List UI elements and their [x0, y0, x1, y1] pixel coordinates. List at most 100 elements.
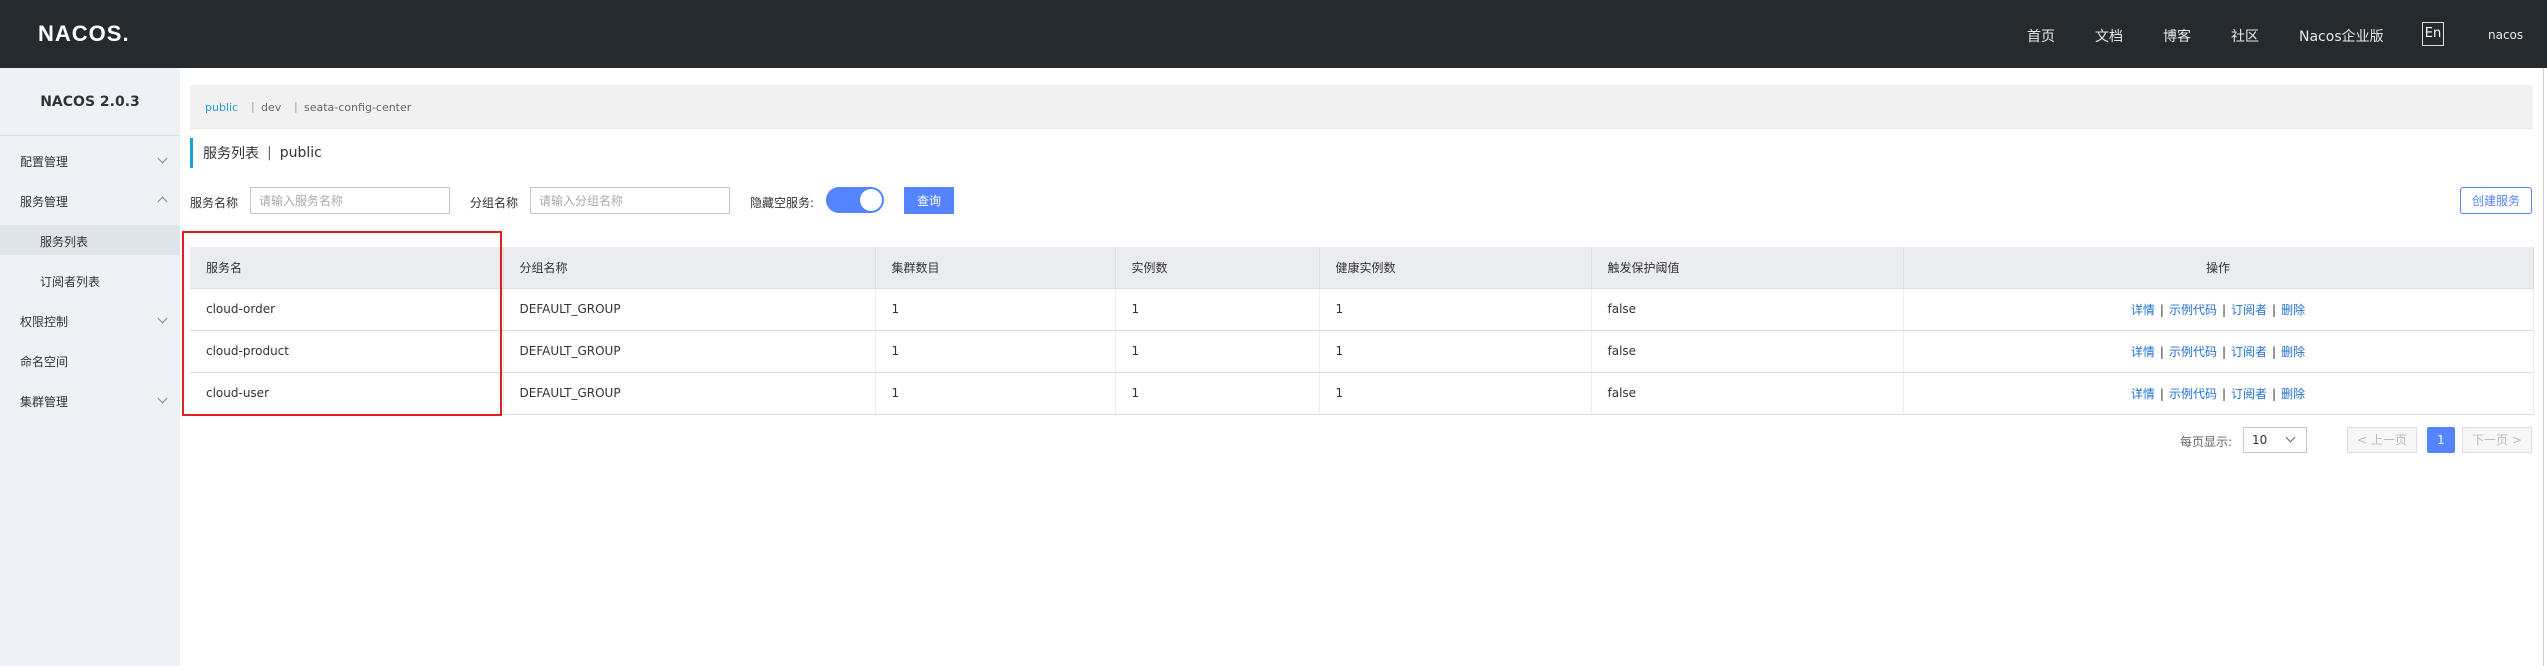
cell-healthy-count: 1 — [1319, 288, 1592, 331]
column-header-threshold[interactable]: 触发保护阈值 — [1591, 247, 1904, 289]
column-header-actions: 操作 — [1903, 247, 2534, 289]
delete-link[interactable]: 删除 — [2281, 303, 2305, 317]
cell-service-name: cloud-order — [190, 288, 504, 331]
nacos-logo[interactable]: NACOS. — [38, 20, 130, 48]
sample-code-link[interactable]: 示例代码 — [2169, 303, 2217, 317]
group-name-input[interactable] — [530, 187, 730, 214]
next-page-label: 下一页 — [2472, 433, 2509, 447]
create-service-button[interactable]: 创建服务 — [2460, 187, 2532, 214]
nav-docs[interactable]: 文档 — [2095, 26, 2123, 46]
sidebar-item-service-management[interactable]: 服务管理 — [0, 185, 180, 215]
namespace-tab-seata-config-center[interactable]: seata-config-center — [304, 101, 411, 114]
detail-link[interactable]: 详情 — [2131, 387, 2155, 401]
cell-cluster-count: 1 — [875, 330, 1116, 373]
nav-blog[interactable]: 博客 — [2163, 26, 2191, 46]
service-name-label: 服务名称 — [190, 196, 239, 210]
chevron-down-icon — [157, 153, 168, 164]
cell-service-name: cloud-user — [190, 372, 504, 415]
sidebar-version: NACOS 2.0.3 — [0, 68, 180, 136]
cell-instance-count: 1 — [1115, 330, 1320, 373]
delete-link[interactable]: 删除 — [2281, 387, 2305, 401]
sidebar-item-config-management[interactable]: 配置管理 — [0, 145, 180, 175]
column-header-service-name[interactable]: 服务名 — [190, 247, 504, 289]
scrollbar-track[interactable] — [2543, 68, 2544, 666]
per-page-value: 10 — [2252, 433, 2268, 447]
sample-code-link[interactable]: 示例代码 — [2169, 387, 2217, 401]
cell-threshold: false — [1591, 288, 1904, 331]
nav-community[interactable]: 社区 — [2231, 26, 2259, 46]
page-button-current[interactable]: 1 — [2427, 427, 2455, 453]
sidebar-item-label: 订阅者列表 — [40, 275, 101, 289]
service-table: 服务名 分组名称 集群数目 实例数 健康实例数 触发保护阈值 操作 cloud-… — [190, 247, 2534, 415]
sidebar-item-namespace[interactable]: 命名空间 — [0, 345, 180, 375]
subscribers-link[interactable]: 订阅者 — [2231, 345, 2267, 359]
sample-code-link[interactable]: 示例代码 — [2169, 345, 2217, 359]
column-header-instance-count[interactable]: 实例数 — [1115, 247, 1320, 289]
delete-link[interactable]: 删除 — [2281, 345, 2305, 359]
chevron-up-icon — [157, 196, 168, 207]
chevron-right-icon: > — [2511, 433, 2522, 447]
sidebar-item-label: 权限控制 — [20, 315, 69, 329]
nav-home[interactable]: 首页 — [2027, 26, 2055, 46]
group-name-label: 分组名称 — [470, 196, 519, 210]
query-button[interactable]: 查询 — [904, 187, 954, 214]
cell-actions: 详情 | 示例代码 | 订阅者 | 删除 — [1903, 330, 2534, 373]
detail-link[interactable]: 详情 — [2131, 303, 2155, 317]
nav-enterprise[interactable]: Nacos企业版 — [2299, 26, 2384, 46]
next-page-button[interactable]: 下一页 > — [2462, 427, 2532, 453]
hide-empty-toggle[interactable] — [826, 187, 884, 213]
sidebar-item-label: 命名空间 — [20, 355, 69, 369]
column-header-healthy-count[interactable]: 健康实例数 — [1319, 247, 1592, 289]
title-separator: | — [267, 145, 272, 161]
detail-link[interactable]: 详情 — [2131, 345, 2155, 359]
cell-instance-count: 1 — [1115, 288, 1320, 331]
namespace-separator: | — [294, 100, 298, 113]
table-row: cloud-order DEFAULT_GROUP 1 1 1 false 详情… — [190, 288, 2534, 331]
namespace-tab-public[interactable]: public — [205, 101, 238, 114]
namespace-tab-dev[interactable]: dev — [261, 101, 281, 114]
toggle-knob — [860, 189, 882, 211]
sidebar-item-subscriber-list[interactable]: 订阅者列表 — [0, 265, 180, 295]
namespace-bar: public | dev | seata-config-center — [190, 85, 2533, 129]
prev-page-label: 上一页 — [2370, 433, 2407, 447]
cell-cluster-count: 1 — [875, 288, 1116, 331]
cell-instance-count: 1 — [1115, 372, 1320, 415]
column-header-cluster-count[interactable]: 集群数目 — [875, 247, 1116, 289]
cell-threshold: false — [1591, 330, 1904, 373]
logo-text: NACOS. — [38, 21, 130, 46]
chevron-down-icon — [157, 393, 168, 404]
sidebar-item-cluster-management[interactable]: 集群管理 — [0, 385, 180, 415]
sidebar-item-label: 集群管理 — [20, 395, 69, 409]
service-name-input[interactable] — [250, 187, 450, 214]
per-page-select[interactable]: 10 — [2243, 427, 2307, 453]
table-row: cloud-product DEFAULT_GROUP 1 1 1 false … — [190, 330, 2534, 373]
sidebar-item-access-control[interactable]: 权限控制 — [0, 305, 180, 335]
sidebar-item-label: 配置管理 — [20, 155, 69, 169]
cell-group-name: DEFAULT_GROUP — [503, 330, 876, 373]
subscribers-link[interactable]: 订阅者 — [2231, 387, 2267, 401]
cell-group-name: DEFAULT_GROUP — [503, 372, 876, 415]
sidebar-item-label: 服务列表 — [40, 235, 89, 249]
top-nav-bar: NACOS. 首页 文档 博客 社区 Nacos企业版 En nacos — [0, 0, 2547, 68]
namespace-separator: | — [251, 100, 255, 113]
subscribers-link[interactable]: 订阅者 — [2231, 303, 2267, 317]
column-header-group-name[interactable]: 分组名称 — [503, 247, 876, 289]
language-switch-button[interactable]: En — [2422, 22, 2444, 46]
sidebar-item-service-list[interactable]: 服务列表 — [0, 225, 180, 255]
cell-healthy-count: 1 — [1319, 372, 1592, 415]
chevron-left-icon: < — [2357, 433, 2368, 447]
page-title: 服务列表 | public — [190, 138, 322, 168]
cell-cluster-count: 1 — [875, 372, 1116, 415]
user-name[interactable]: nacos — [2488, 28, 2523, 42]
page-title-text: 服务列表 — [203, 146, 259, 162]
hide-empty-label: 隐藏空服务: — [750, 196, 815, 210]
cell-healthy-count: 1 — [1319, 330, 1592, 373]
sidebar-item-label: 服务管理 — [20, 195, 69, 209]
table-header-row: 服务名 分组名称 集群数目 实例数 健康实例数 触发保护阈值 操作 — [190, 247, 2534, 289]
cell-actions: 详情 | 示例代码 | 订阅者 | 删除 — [1903, 288, 2534, 331]
cell-threshold: false — [1591, 372, 1904, 415]
cell-group-name: DEFAULT_GROUP — [503, 288, 876, 331]
prev-page-button[interactable]: < 上一页 — [2347, 427, 2417, 453]
chevron-down-icon — [2285, 432, 2296, 443]
per-page-label: 每页显示: — [2180, 435, 2233, 449]
